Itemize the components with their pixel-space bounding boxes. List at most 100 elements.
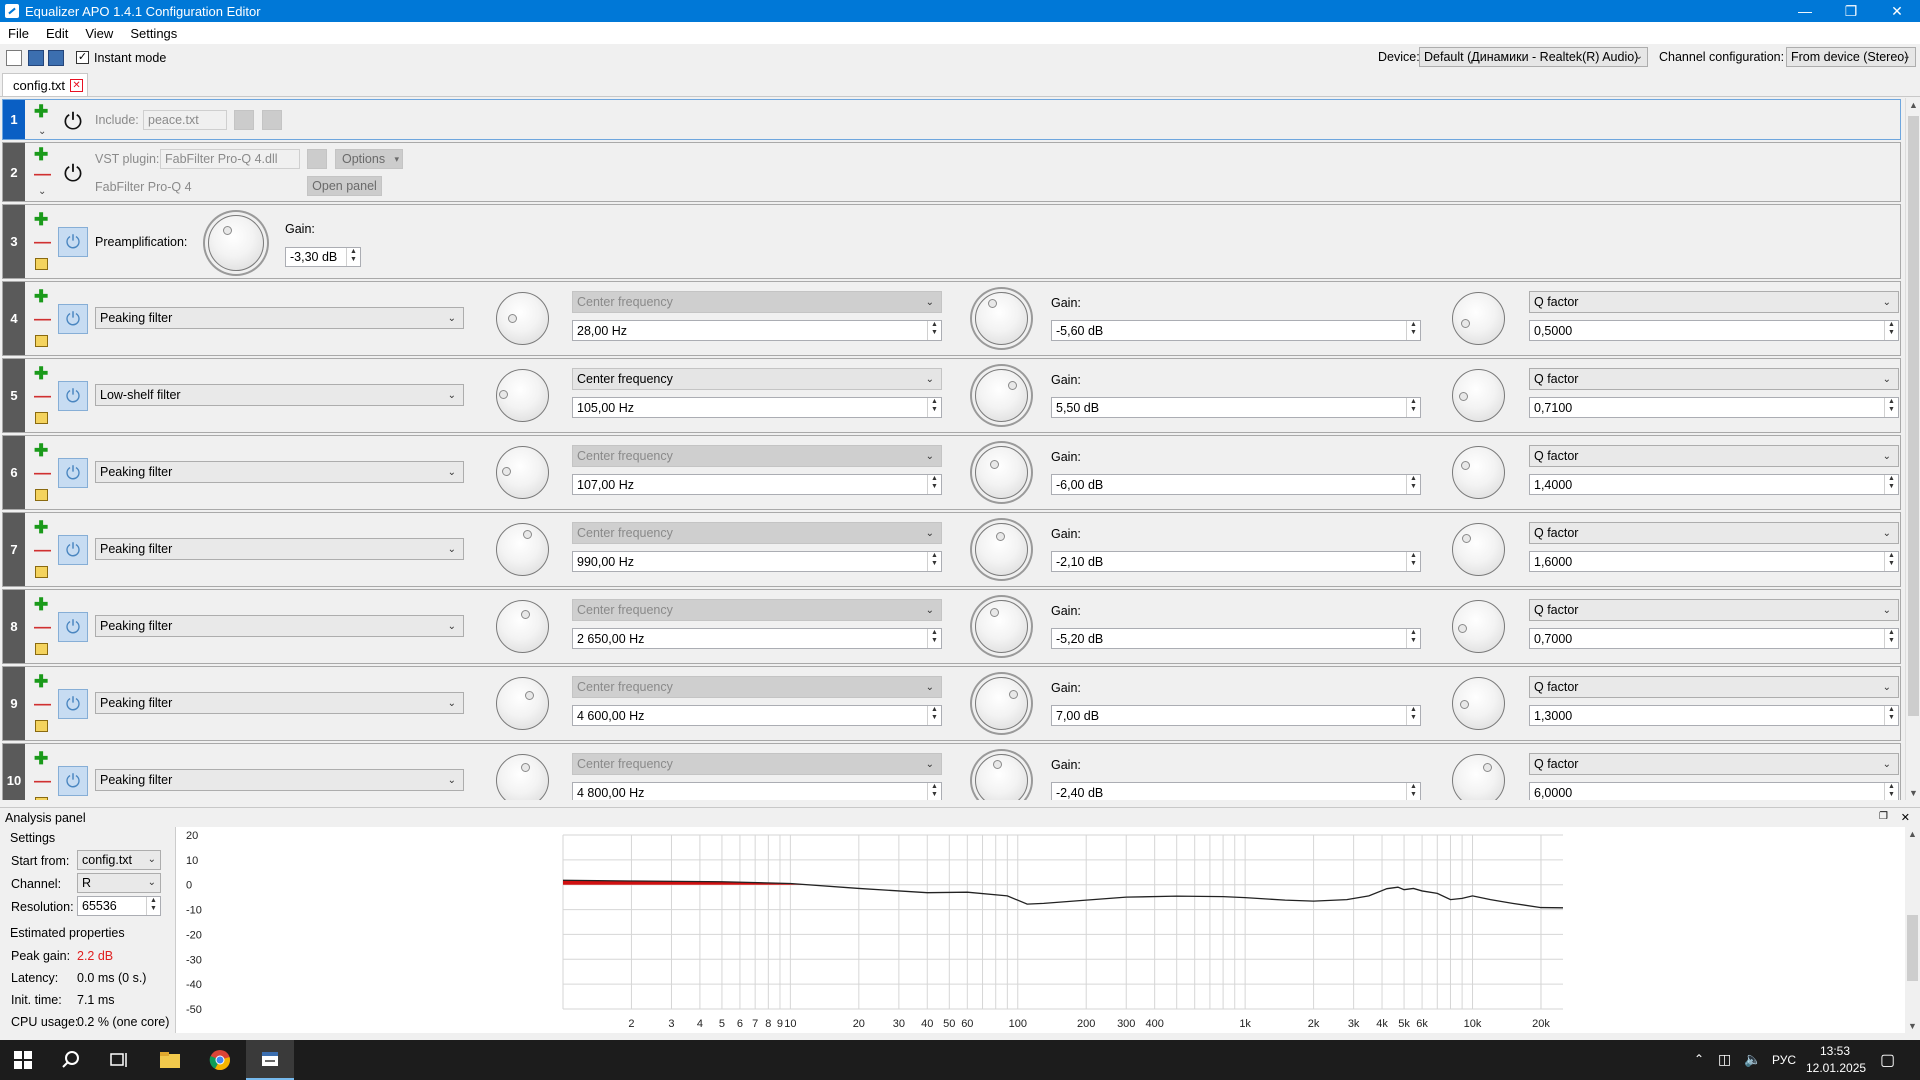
edit-icon[interactable]	[35, 258, 48, 270]
vst-plugin-input[interactable]: FabFilter Pro-Q 4.dll	[160, 149, 300, 169]
power-icon[interactable]: ⏻	[58, 612, 88, 642]
power-icon[interactable]: ⏻	[58, 158, 88, 188]
scroll-down-icon[interactable]: ▼	[1908, 1021, 1917, 1031]
gain-input[interactable]: -5,60 dB ▲ ▼	[1051, 320, 1421, 341]
filter-row[interactable]: 5 ✚ — ⏻ Low-shelf filter ⌄ Center freque…	[2, 358, 1901, 433]
frequency-mode-select[interactable]: Center frequency ⌄	[572, 676, 942, 698]
spin-arrows-icon[interactable]: ▲ ▼	[927, 475, 941, 494]
frequency-knob[interactable]	[496, 292, 549, 345]
q-factor-knob[interactable]	[1452, 523, 1505, 576]
q-factor-input[interactable]: 0,7000 ▲ ▼	[1529, 628, 1899, 649]
gain-input[interactable]: 7,00 dB ▲ ▼	[1051, 705, 1421, 726]
scroll-up-icon[interactable]: ▲	[1909, 100, 1918, 110]
gain-input[interactable]: 5,50 dB ▲ ▼	[1051, 397, 1421, 418]
remove-row-icon[interactable]: —	[34, 541, 51, 558]
gain-input[interactable]: -2,40 dB ▲ ▼	[1051, 782, 1421, 800]
file-explorer-icon[interactable]	[146, 1040, 194, 1080]
preamp-gain-input[interactable]: -3,30 dB ▲ ▼	[285, 247, 361, 267]
volume-icon[interactable]: 🔈	[1744, 1051, 1761, 1068]
clock-time[interactable]: 13:53	[1820, 1044, 1850, 1058]
edit-icon[interactable]	[35, 720, 48, 732]
q-mode-select[interactable]: Q factor ⌄	[1529, 368, 1899, 390]
q-mode-select[interactable]: Q factor ⌄	[1529, 676, 1899, 698]
q-factor-knob[interactable]	[1452, 600, 1505, 653]
search-icon[interactable]	[48, 1040, 94, 1080]
config-row[interactable]: 3 ✚ — ⏻ Preamplification: Gain: -3,30 dB…	[2, 204, 1901, 279]
frequency-input[interactable]: 4 600,00 Hz ▲ ▼	[572, 705, 942, 726]
spin-arrows-icon[interactable]: ▲ ▼	[927, 321, 941, 340]
restore-icon[interactable]: ❐	[1828, 0, 1874, 22]
resolution-input[interactable]: 65536 ▲ ▼	[77, 896, 161, 916]
scroll-up-icon[interactable]: ▲	[1908, 829, 1917, 839]
gain-knob[interactable]	[975, 446, 1028, 499]
add-row-icon[interactable]: ✚	[34, 365, 48, 382]
menu-file[interactable]: File	[0, 26, 38, 41]
frequency-mode-select[interactable]: Center frequency ⌄	[572, 522, 942, 544]
power-icon[interactable]: ⏻	[58, 689, 88, 719]
frequency-knob[interactable]	[496, 677, 549, 730]
gain-input[interactable]: -6,00 dB ▲ ▼	[1051, 474, 1421, 495]
q-factor-input[interactable]: 6,0000 ▲ ▼	[1529, 782, 1899, 800]
network-icon[interactable]: ◫	[1718, 1051, 1731, 1068]
add-row-icon[interactable]: ✚	[34, 442, 48, 459]
remove-row-icon[interactable]: —	[34, 165, 51, 182]
frequency-input[interactable]: 2 650,00 Hz ▲ ▼	[572, 628, 942, 649]
float-panel-icon[interactable]: ❐	[1879, 811, 1888, 822]
tab-config[interactable]: config.txt ✕	[2, 73, 89, 96]
windows-start-icon[interactable]	[0, 1040, 46, 1080]
filter-row[interactable]: 9 ✚ — ⏻ Peaking filter ⌄ Center frequenc…	[2, 666, 1901, 741]
spin-arrows-icon[interactable]: ▲ ▼	[1884, 475, 1898, 494]
q-factor-input[interactable]: 1,6000 ▲ ▼	[1529, 551, 1899, 572]
filter-type-select[interactable]: Peaking filter ⌄	[95, 538, 464, 560]
spin-arrows-icon[interactable]: ▲ ▼	[1406, 783, 1420, 800]
chevron-down-icon[interactable]: ⌄	[38, 127, 46, 137]
scroll-thumb[interactable]	[1908, 116, 1919, 716]
clock-date[interactable]: 12.01.2025	[1806, 1061, 1866, 1075]
scroll-down-icon[interactable]: ▼	[1909, 788, 1918, 798]
spin-arrows-icon[interactable]: ▲ ▼	[927, 706, 941, 725]
spin-arrows-icon[interactable]: ▲ ▼	[1884, 783, 1898, 800]
spin-arrows-icon[interactable]: ▲ ▼	[927, 629, 941, 648]
spin-arrows-icon[interactable]: ▲ ▼	[927, 398, 941, 417]
options-button[interactable]: Options ▾	[335, 149, 403, 169]
filter-type-select[interactable]: Peaking filter ⌄	[95, 769, 464, 791]
config-row[interactable]: 2 ✚ — ⌄ ⏻ VST plugin: FabFilter Pro-Q 4.…	[2, 142, 1901, 202]
frequency-knob[interactable]	[496, 754, 549, 800]
instant-mode-checkbox[interactable]: ✓	[76, 51, 89, 64]
frequency-input[interactable]: 107,00 Hz ▲ ▼	[572, 474, 942, 495]
channel-select[interactable]: R ⌄	[77, 873, 161, 893]
remove-row-icon[interactable]: —	[34, 310, 51, 327]
open-panel-button[interactable]: Open panel	[307, 176, 382, 196]
spin-arrows-icon[interactable]: ▲ ▼	[1406, 475, 1420, 494]
spin-arrows-icon[interactable]: ▲ ▼	[346, 248, 360, 266]
spin-arrows-icon[interactable]: ▲ ▼	[1884, 552, 1898, 571]
edit-icon[interactable]	[35, 643, 48, 655]
start-from-select[interactable]: config.txt ⌄	[77, 850, 161, 870]
language-indicator[interactable]: РУС	[1772, 1053, 1796, 1067]
save-as-icon[interactable]	[48, 49, 64, 66]
frequency-mode-select[interactable]: Center frequency ⌄	[572, 368, 942, 390]
add-row-icon[interactable]: ✚	[34, 519, 48, 536]
preamp-gain-knob[interactable]	[208, 215, 264, 271]
chevron-down-icon[interactable]: ⌄	[38, 187, 46, 197]
remove-row-icon[interactable]: —	[34, 772, 51, 789]
edit-icon[interactable]	[35, 335, 48, 347]
gain-knob[interactable]	[975, 677, 1028, 730]
spin-arrows-icon[interactable]: ▲ ▼	[1406, 629, 1420, 648]
new-file-icon[interactable]	[6, 49, 22, 66]
filter-row[interactable]: 7 ✚ — ⏻ Peaking filter ⌄ Center frequenc…	[2, 512, 1901, 587]
add-row-icon[interactable]: ✚	[34, 103, 48, 120]
q-factor-knob[interactable]	[1452, 292, 1505, 345]
spin-arrows-icon[interactable]: ▲ ▼	[146, 897, 160, 915]
frequency-input[interactable]: 28,00 Hz ▲ ▼	[572, 320, 942, 341]
spin-arrows-icon[interactable]: ▲ ▼	[1406, 398, 1420, 417]
add-row-icon[interactable]: ✚	[34, 288, 48, 305]
edit-icon[interactable]	[35, 412, 48, 424]
q-mode-select[interactable]: Q factor ⌄	[1529, 753, 1899, 775]
notifications-icon[interactable]: ▢	[1880, 1050, 1895, 1070]
q-factor-knob[interactable]	[1452, 677, 1505, 730]
close-icon[interactable]: ✕	[1874, 0, 1920, 22]
scroll-thumb[interactable]	[1907, 915, 1918, 981]
remove-row-icon[interactable]: —	[34, 464, 51, 481]
gain-knob[interactable]	[975, 600, 1028, 653]
